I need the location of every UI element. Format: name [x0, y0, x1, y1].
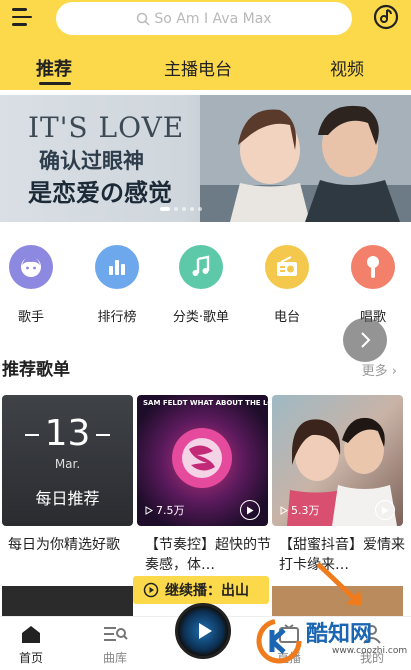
category-label: 歌手 [17, 310, 44, 325]
playlist-card-partial[interactable] [2, 586, 133, 616]
playlist-title[interactable]: 每日为你精选好歌 [8, 535, 139, 555]
play-icon [199, 623, 212, 639]
cover-text: SAM FELDT WHAT ABOUT THE LOVE [143, 399, 268, 407]
scroll-next-button[interactable] [343, 318, 387, 362]
play-small-icon [280, 505, 288, 515]
date-number: 13 [44, 413, 91, 454]
watermark-text: 酷知网 [306, 622, 373, 647]
play-icon [382, 506, 389, 514]
top-tabs: 推荐 主播电台 视频 [0, 50, 411, 90]
now-playing-disc[interactable] [175, 603, 231, 659]
banner-line-1: 确认过眼神 [39, 149, 144, 173]
promo-banner[interactable]: IT'S LOVE 确认过眼神 是恋爱の感觉 [0, 95, 411, 222]
playlist-card-rhythm[interactable]: SAM FELDT WHAT ABOUT THE LOVE 7.5万 [137, 395, 268, 526]
continue-playing-button[interactable]: 继续播：出山 [133, 576, 269, 604]
menu-icon[interactable] [12, 8, 32, 28]
search-placeholder: So Am I Ava Max [154, 10, 272, 27]
singer-icon [9, 245, 53, 289]
tab-label: 首页 [18, 651, 43, 665]
category-playlists[interactable]: 分类·歌单 [166, 245, 236, 325]
date-month: Mar. [54, 457, 81, 471]
play-count-value: 7.5万 [156, 504, 185, 517]
chevron-right-icon [361, 332, 371, 348]
daily-label: 每日推荐 [35, 489, 100, 508]
search-input[interactable]: So Am I Ava Max [56, 2, 352, 35]
play-count-value: 5.3万 [291, 504, 320, 517]
category-row: 歌手 排行榜 分类·歌单 电台 唱歌 [0, 245, 411, 335]
music-note-icon [179, 245, 223, 289]
music-disc-icon[interactable] [373, 4, 399, 30]
tab-home[interactable]: 首页 [6, 623, 56, 666]
cover-logo-icon [172, 428, 232, 488]
play-circle-icon [143, 582, 159, 598]
daily-date: 13 [2, 413, 133, 454]
microphone-icon [351, 245, 395, 289]
watermark-logo-icon [256, 618, 302, 664]
playlist-card-daily[interactable]: 13 Mar. 每日推荐 [2, 395, 133, 526]
couple-photo [200, 95, 411, 222]
search-icon [137, 12, 150, 26]
chevron-right-icon: › [391, 364, 397, 379]
play-button[interactable] [375, 500, 395, 520]
tab-recommend[interactable]: 推荐 [36, 55, 72, 81]
category-singer[interactable]: 歌手 [0, 245, 66, 325]
category-label: 分类·歌单 [172, 310, 230, 325]
tab-library[interactable]: 曲库 [90, 623, 140, 666]
play-small-icon [145, 505, 153, 515]
tab-video[interactable]: 视频 [330, 55, 364, 80]
playlist-card-sweet[interactable]: 5.3万 [272, 395, 403, 526]
category-karaoke[interactable]: 唱歌 [338, 245, 408, 325]
continue-playing-label: 继续播：出山 [165, 583, 249, 599]
banner-title-en: IT'S LOVE [28, 111, 185, 144]
category-label: 排行榜 [97, 310, 137, 325]
tab-anchor-radio[interactable]: 主播电台 [164, 55, 232, 80]
top-header: So Am I Ava Max 推荐 主播电台 视频 [0, 0, 411, 90]
category-label: 电台 [273, 310, 300, 325]
section-title: 推荐歌单 [2, 360, 70, 380]
category-radio[interactable]: 电台 [252, 245, 322, 325]
play-count: 5.3万 [280, 502, 320, 518]
play-count: 7.5万 [145, 502, 185, 518]
play-button[interactable] [240, 500, 260, 520]
radio-icon [265, 245, 309, 289]
tab-label: 曲库 [102, 651, 127, 665]
play-icon [247, 506, 254, 514]
watermark-url: www.coozhi.com [332, 646, 408, 656]
library-icon [90, 623, 140, 645]
banner-line-2: 是恋爱の感觉 [28, 179, 172, 207]
watermark: 酷知网 www.coozhi.com [250, 562, 411, 670]
pointer-arrow-icon [316, 562, 362, 606]
playlist-title[interactable]: 【节奏控】超快的节奏感，体… [145, 535, 276, 575]
banner-pagination [160, 207, 202, 211]
tab-active-indicator [39, 82, 71, 85]
more-label: 更多 [361, 364, 388, 379]
home-icon [6, 623, 56, 645]
more-link[interactable]: 更多 › [362, 360, 397, 379]
category-charts[interactable]: 排行榜 [82, 245, 152, 325]
chart-bars-icon [95, 245, 139, 289]
